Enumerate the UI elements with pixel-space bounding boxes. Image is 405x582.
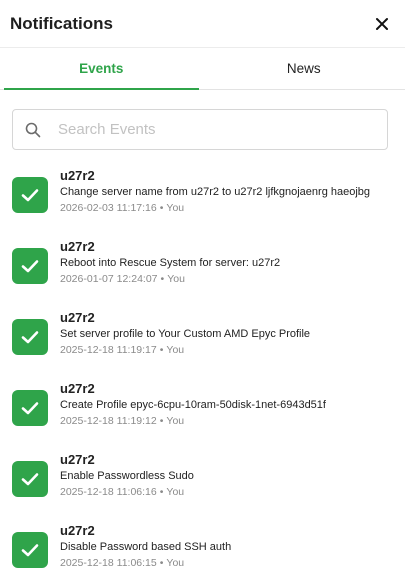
panel-header: Notifications [0,0,405,48]
tab-news[interactable]: News [203,48,405,89]
meta-separator: • [159,344,164,356]
meta-separator: • [159,486,164,498]
event-meta: 2025-12-18 11:19:17 • You [60,342,377,358]
event-item[interactable]: u27r2 Reboot into Rescue System for serv… [0,232,405,303]
event-time: 2025-12-18 11:06:16 [60,486,157,498]
event-time: 2025-12-18 11:19:12 [60,415,157,427]
event-item[interactable]: u27r2 Enable Passwordless Sudo 2025-12-1… [0,445,405,516]
event-content: u27r2 Create Profile epyc-6cpu-10ram-50d… [60,380,405,445]
event-meta: 2025-12-18 11:06:15 • You [60,555,377,571]
panel-title: Notifications [10,13,113,33]
search-input[interactable] [58,121,375,138]
meta-separator: • [160,273,165,285]
event-item[interactable]: u27r2 Change server name from u27r2 to u… [0,161,405,232]
event-actor: You [166,344,185,356]
event-meta: 2025-12-18 11:19:12 • You [60,413,377,429]
event-message: Enable Passwordless Sudo [60,470,194,482]
event-time: 2026-02-03 11:17:16 [60,202,157,214]
search-area [0,90,405,150]
event-server: u27r2 [60,239,95,254]
notifications-panel: Notifications Events News Search Events … [0,0,405,582]
check-icon [12,319,48,355]
event-actor: You [167,273,185,285]
close-icon[interactable] [371,13,393,35]
event-server: u27r2 [60,310,95,325]
check-icon [12,248,48,284]
event-message: Change server name from u27r2 to u27r2 l… [60,186,371,198]
event-message: Set server profile to Your Custom AMD Ep… [60,328,311,340]
event-content: u27r2 Enable Passwordless Sudo 2025-12-1… [60,451,405,516]
event-content: u27r2 Change server name from u27r2 to u… [60,167,405,232]
check-icon [12,532,48,568]
event-server: u27r2 [60,523,95,538]
event-list: u27r2 Change server name from u27r2 to u… [0,150,405,582]
event-actor: You [166,202,185,214]
event-time: 2025-12-18 11:06:15 [60,557,157,569]
event-message: Disable Password based SSH auth [60,541,232,553]
search-icon [25,122,41,138]
check-icon [12,177,48,213]
event-content: u27r2 Disable Password based SSH auth 20… [60,522,405,582]
event-item[interactable]: u27r2 Set server profile to Your Custom … [0,303,405,374]
event-content: u27r2 Reboot into Rescue System for serv… [60,238,405,303]
meta-separator: • [159,415,164,427]
event-time: 2026-01-07 12:24:07 [60,273,158,285]
search-box[interactable] [12,109,388,150]
event-item[interactable]: u27r2 Create Profile epyc-6cpu-10ram-50d… [0,374,405,445]
tab-bar: Events News [0,48,405,90]
event-time: 2025-12-18 11:19:17 [60,344,157,356]
event-content: u27r2 Set server profile to Your Custom … [60,309,405,374]
meta-separator: • [159,557,164,569]
event-meta: 2026-01-07 12:24:07 • You [60,271,377,287]
event-actor: You [166,415,185,427]
event-message: Create Profile epyc-6cpu-10ram-50disk-1n… [60,399,326,411]
event-actor: You [166,486,185,498]
check-icon [12,461,48,497]
event-meta: 2025-12-18 11:06:16 • You [60,484,377,500]
tab-events[interactable]: Events [0,48,203,90]
event-message: Reboot into Rescue System for server: u2… [60,257,281,269]
meta-separator: • [159,202,164,214]
event-actor: You [166,557,185,569]
event-server: u27r2 [60,381,95,396]
event-meta: 2026-02-03 11:17:16 • You [60,200,377,216]
event-server: u27r2 [60,168,95,183]
event-server: u27r2 [60,452,95,467]
event-item[interactable]: u27r2 Disable Password based SSH auth 20… [0,516,405,582]
check-icon [12,390,48,426]
